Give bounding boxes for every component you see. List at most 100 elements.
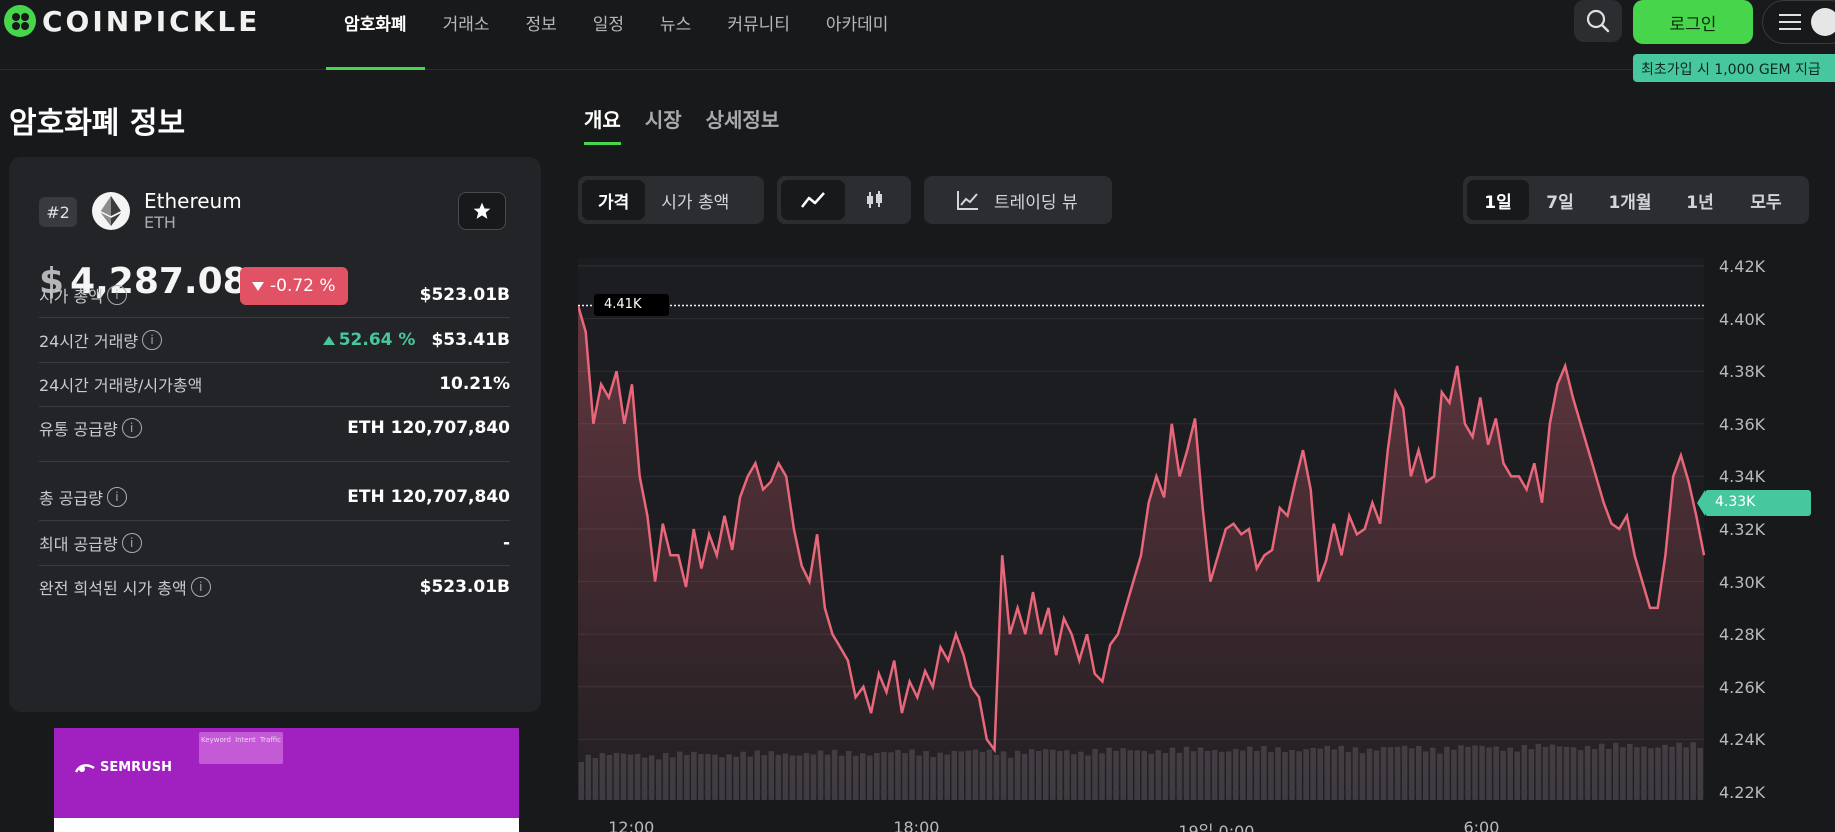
ad-table-header: Traffic: [259, 736, 281, 744]
semrush-logo: SEMRUSH: [74, 760, 172, 775]
coin-symbol: ETH: [144, 213, 176, 232]
price-chart[interactable]: 4.42K 4.40K 4.38K 4.36K 4.34K 4.32K 4.30K 4.28K…: [578, 257, 1835, 832]
range-1d-button[interactable]: 1일: [1467, 180, 1529, 220]
chart-type-toggle: [777, 176, 911, 224]
divider: [39, 520, 510, 521]
trading-view-button[interactable]: 트레이딩 뷰: [924, 176, 1112, 224]
ad-table-header: Keyword: [201, 736, 231, 744]
ethereum-icon: [92, 192, 130, 230]
stat-label: 24시간 거래량: [39, 332, 139, 351]
range-1y-button[interactable]: 1년: [1669, 180, 1731, 220]
last-price-label: 4.33K: [1697, 489, 1811, 516]
nav-item-exchange[interactable]: 거래소: [425, 0, 508, 70]
ad-brand-text: SEMRUSH: [100, 760, 172, 775]
divider: [39, 565, 510, 566]
metric-market-cap-button[interactable]: 시가 총액: [645, 180, 745, 220]
x-tick-label: 12:00: [608, 818, 655, 832]
nav-item-news[interactable]: 뉴스: [642, 0, 709, 70]
divider: [39, 461, 510, 462]
y-tick-label: 4.30K: [1719, 572, 1766, 592]
stat-row-max-supply: 최대 공급량 i -: [39, 531, 510, 555]
nav-item-academy[interactable]: 아카데미: [808, 0, 907, 70]
nav-item-schedule[interactable]: 일정: [575, 0, 642, 70]
rank-badge: #2: [39, 197, 77, 227]
y-tick-label: 4.22K: [1719, 783, 1766, 802]
range-7d-button[interactable]: 7일: [1529, 180, 1591, 220]
search-button[interactable]: [1574, 0, 1622, 42]
semrush-logo-icon: [74, 763, 95, 773]
nav-item-community[interactable]: 커뮤니티: [709, 0, 808, 70]
page-title: 암호화폐 정보: [9, 106, 186, 141]
stat-value: ETH 120,707,840: [347, 418, 510, 438]
info-icon[interactable]: i: [142, 330, 163, 350]
candlestick-icon: [867, 191, 882, 208]
stat-row-volume-to-cap: 24시간 거래량/시가총액 10.21%: [39, 372, 510, 396]
tab-overview[interactable]: 개요: [584, 104, 621, 145]
info-icon[interactable]: i: [106, 487, 127, 507]
avatar: [1811, 8, 1835, 36]
ad-table: Keyword Intent Traffic: [199, 732, 283, 764]
line-chart-button[interactable]: [781, 180, 845, 220]
x-tick-label: 6:00: [1463, 818, 1500, 832]
trend-chart-icon: [957, 191, 978, 210]
main-nav: 암호화폐 거래소 정보 일정 뉴스 커뮤니티 아카데미: [326, 0, 906, 70]
stat-value: ETH 120,707,840: [347, 487, 510, 507]
stat-row-fully-diluted-cap: 완전 희석된 시가 총액 i $523.01B: [39, 575, 510, 599]
ad-banner[interactable]: SEMRUSH Keyword Intent Traffic: [54, 728, 519, 832]
volume-change-percent: 52.64 %: [338, 330, 416, 350]
y-tick-label: 4.32K: [1719, 520, 1766, 539]
y-tick-label: 4.34K: [1719, 467, 1766, 487]
stat-value: $523.01B: [419, 577, 510, 597]
login-button[interactable]: 로그인: [1633, 0, 1753, 44]
coin-name: Ethereum: [144, 189, 242, 213]
nav-item-crypto[interactable]: 암호화폐: [326, 0, 425, 70]
stat-label: 완전 희석된 시가 총액: [39, 579, 187, 598]
stat-label: 시가 총액: [39, 287, 103, 306]
candlestick-button[interactable]: [845, 180, 905, 220]
nav-item-info[interactable]: 정보: [507, 0, 574, 70]
search-icon: [1586, 9, 1610, 33]
coin-info-card: #2 Ethereum ETH $4,287.08 -0.72 % 시가 총액 i…: [9, 157, 541, 712]
stat-value: $523.01B: [419, 285, 510, 305]
hamburger-icon: [1779, 14, 1801, 30]
ad-table-header: Intent: [235, 736, 256, 744]
coinpickle-logo[interactable]: COINPICKLE: [4, 4, 260, 38]
tab-details[interactable]: 상세정보: [706, 104, 780, 141]
info-icon[interactable]: i: [106, 285, 127, 305]
promo-tooltip: 최초가입 시 1,000 GEM 지급: [1633, 54, 1835, 82]
info-icon[interactable]: i: [121, 533, 142, 553]
logo-icon: [4, 5, 36, 37]
ad-bottom-strip: [54, 818, 519, 832]
stat-label: 총 공급량: [39, 489, 103, 508]
menu-button[interactable]: [1762, 0, 1835, 44]
y-tick-label: 4.28K: [1719, 625, 1766, 645]
y-tick-label: 4.26K: [1719, 677, 1766, 697]
stat-row-market-cap: 시가 총액 i $523.01B: [39, 283, 510, 307]
tab-market[interactable]: 시장: [645, 104, 682, 141]
logo-text: COINPICKLE: [42, 4, 261, 38]
trading-view-label: 트레이딩 뷰: [994, 192, 1078, 213]
stat-row-volume-24h: 24시간 거래량 i 52.64 % $53.41B: [39, 328, 510, 352]
x-tick-label: 18:00: [893, 818, 940, 832]
top-header: COINPICKLE 암호화폐 거래소 정보 일정 뉴스 커뮤니티 아카데미 로…: [0, 0, 1835, 70]
stat-label: 유통 공급량: [39, 420, 118, 439]
metric-price-button[interactable]: 가격: [582, 180, 646, 220]
range-1m-button[interactable]: 1개월: [1591, 180, 1669, 220]
y-tick-label: 4.36K: [1719, 414, 1766, 434]
favorite-button[interactable]: [458, 192, 506, 230]
range-all-button[interactable]: 모두: [1731, 180, 1801, 220]
time-range-toggle: 1일 7일 1개월 1년 모두: [1463, 176, 1809, 224]
divider: [39, 317, 510, 318]
star-icon: [473, 202, 491, 219]
line-chart-icon: [801, 192, 825, 208]
divider: [39, 362, 510, 363]
y-tick-label: 4.24K: [1719, 730, 1766, 750]
high-price-label: 4.41K: [594, 294, 669, 317]
stat-value: -: [502, 533, 510, 553]
info-icon[interactable]: i: [121, 418, 142, 438]
stat-label: 최대 공급량: [39, 535, 118, 554]
info-icon[interactable]: i: [190, 577, 211, 597]
y-tick-label: 4.40K: [1719, 309, 1766, 329]
y-tick-label: 4.38K: [1719, 362, 1766, 382]
triangle-up-icon: [322, 335, 335, 345]
